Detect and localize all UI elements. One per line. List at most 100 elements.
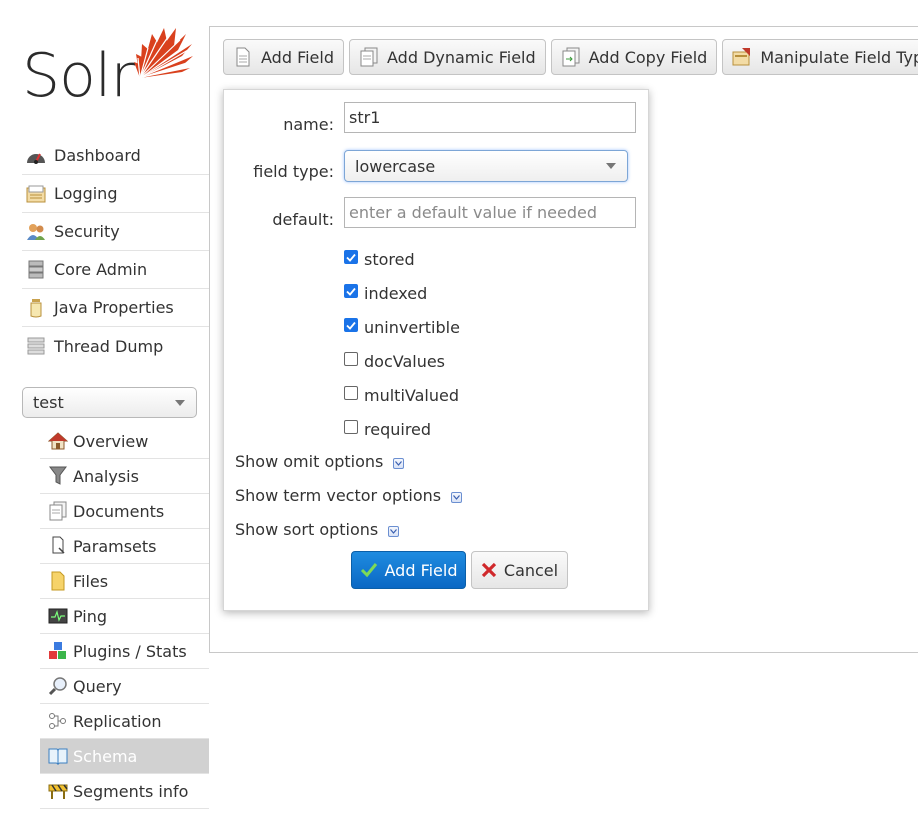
document-icon bbox=[233, 47, 253, 67]
cancel-button[interactable]: Cancel bbox=[471, 551, 568, 589]
core-nav-item-segments-info[interactable]: Segments info bbox=[40, 774, 209, 809]
nav-item-core-admin[interactable]: Core Admin bbox=[22, 251, 209, 289]
uninvertible-checkbox[interactable] bbox=[344, 318, 358, 332]
core-nav-item-analysis[interactable]: Analysis bbox=[40, 459, 209, 494]
name-label: name: bbox=[283, 115, 334, 134]
docvalues-option[interactable]: docValues bbox=[344, 349, 446, 371]
nav-label: Java Properties bbox=[54, 298, 174, 317]
documents-icon bbox=[48, 501, 68, 521]
solr-sunburst-icon bbox=[134, 28, 193, 79]
add-dynamic-field-label: Add Dynamic Field bbox=[387, 47, 536, 67]
checkmark-icon bbox=[346, 287, 356, 296]
nav-item-dashboard[interactable]: Dashboard bbox=[22, 137, 209, 175]
files-icon bbox=[48, 571, 68, 591]
add-dynamic-field-button[interactable]: Add Dynamic Field bbox=[349, 39, 546, 75]
field-type-label: field type: bbox=[253, 162, 334, 181]
checkmark-icon bbox=[346, 253, 356, 262]
show-sort-options-label: Show sort options bbox=[235, 519, 379, 539]
submit-label: Add Field bbox=[384, 560, 458, 580]
nav-label: Security bbox=[54, 222, 120, 241]
add-field-label: Add Field bbox=[261, 47, 334, 67]
nav-label: Documents bbox=[73, 501, 165, 521]
dashboard-icon bbox=[25, 145, 47, 167]
core-nav-item-plugins-stats[interactable]: Plugins / Stats bbox=[40, 634, 209, 669]
docvalues-checkbox[interactable] bbox=[344, 352, 358, 366]
uninvertible-option[interactable]: uninvertible bbox=[344, 315, 460, 337]
core-nav-item-overview[interactable]: Overview bbox=[40, 424, 209, 459]
manipulate-field-type-label: Manipulate Field Type bbox=[760, 47, 918, 67]
submit-add-field-button[interactable]: Add Field bbox=[351, 551, 466, 589]
show-term-vector-options-label: Show term vector options bbox=[235, 485, 442, 505]
cancel-label: Cancel bbox=[503, 560, 559, 580]
add-field-button[interactable]: Add Field bbox=[223, 39, 344, 75]
core-nav: Overview Analysis Documents Paramsets Fi… bbox=[40, 424, 209, 809]
nav-label: Core Admin bbox=[54, 260, 148, 279]
nav-label: Ping bbox=[73, 606, 108, 626]
default-value-input[interactable] bbox=[344, 197, 636, 228]
core-nav-item-ping[interactable]: Ping bbox=[40, 599, 209, 634]
show-omit-options-toggle[interactable]: Show omit options bbox=[235, 450, 405, 472]
core-nav-item-query[interactable]: Query bbox=[40, 669, 209, 704]
nav-label: Paramsets bbox=[73, 536, 157, 556]
nav-item-java-properties[interactable]: Java Properties bbox=[22, 289, 209, 327]
core-nav-item-documents[interactable]: Documents bbox=[40, 494, 209, 529]
java-properties-icon bbox=[25, 297, 47, 319]
thread-dump-icon bbox=[25, 335, 47, 357]
nav-label: Segments info bbox=[73, 781, 189, 801]
nav-label: Dashboard bbox=[54, 146, 141, 165]
analysis-icon bbox=[48, 466, 68, 486]
ping-icon bbox=[48, 606, 68, 626]
indexed-checkbox[interactable] bbox=[344, 284, 358, 298]
nav-item-security[interactable]: Security bbox=[22, 213, 209, 251]
paramsets-icon bbox=[48, 536, 68, 556]
docvalues-label: docValues bbox=[364, 351, 446, 371]
show-sort-options-toggle[interactable]: Show sort options bbox=[235, 518, 400, 540]
plugins-icon bbox=[48, 641, 68, 661]
replication-icon bbox=[48, 711, 68, 731]
core-selector[interactable]: test bbox=[22, 387, 197, 418]
solr-logo[interactable]: Solr bbox=[20, 24, 193, 114]
main-nav: Dashboard Logging Security Core Admin Ja… bbox=[22, 137, 209, 365]
checkmark-icon bbox=[346, 321, 356, 330]
nav-label: Thread Dump bbox=[54, 336, 164, 356]
chevron-down-icon bbox=[606, 163, 616, 169]
nav-label: Files bbox=[73, 571, 109, 591]
nav-label: Overview bbox=[73, 431, 149, 451]
logo-text: Solr bbox=[22, 41, 135, 111]
field-type-select[interactable]: lowercase bbox=[344, 150, 628, 182]
nav-label: Query bbox=[73, 676, 122, 696]
documents-icon bbox=[359, 47, 379, 67]
nav-item-thread-dump[interactable]: Thread Dump bbox=[22, 327, 209, 365]
show-omit-options-label: Show omit options bbox=[235, 451, 384, 471]
core-nav-item-paramsets[interactable]: Paramsets bbox=[40, 529, 209, 564]
core-selector-value: test bbox=[33, 393, 64, 412]
show-term-vector-options-toggle[interactable]: Show term vector options bbox=[235, 484, 463, 506]
overview-icon bbox=[48, 431, 68, 451]
core-nav-item-files[interactable]: Files bbox=[40, 564, 209, 599]
stored-checkbox[interactable] bbox=[344, 250, 358, 264]
core-nav-item-replication[interactable]: Replication bbox=[40, 704, 209, 739]
required-checkbox[interactable] bbox=[344, 420, 358, 434]
add-copy-field-button[interactable]: Add Copy Field bbox=[550, 39, 718, 75]
required-option[interactable]: required bbox=[344, 417, 432, 439]
indexed-option[interactable]: indexed bbox=[344, 281, 428, 303]
field-name-input[interactable] bbox=[344, 102, 636, 133]
schema-toolbar: Add Field Add Dynamic Field Add Copy Fie… bbox=[223, 39, 918, 75]
expand-icon bbox=[393, 457, 405, 469]
field-type-value: lowercase bbox=[355, 156, 436, 176]
add-field-dialog: name: field type: lowercase default: sto… bbox=[223, 89, 649, 611]
checkmark-icon bbox=[360, 562, 378, 578]
security-icon bbox=[25, 221, 47, 243]
core-nav-item-schema[interactable]: Schema bbox=[40, 739, 209, 774]
indexed-label: indexed bbox=[364, 283, 428, 303]
segments-icon bbox=[48, 781, 68, 801]
multivalued-option[interactable]: multiValued bbox=[344, 383, 459, 405]
manipulate-field-type-button[interactable]: Manipulate Field Type bbox=[722, 39, 918, 75]
stored-option[interactable]: stored bbox=[344, 247, 415, 269]
required-label: required bbox=[364, 419, 432, 439]
multivalued-checkbox[interactable] bbox=[344, 386, 358, 400]
nav-item-logging[interactable]: Logging bbox=[22, 175, 209, 213]
stored-label: stored bbox=[364, 249, 415, 269]
expand-icon bbox=[451, 491, 463, 503]
expand-icon bbox=[388, 525, 400, 537]
